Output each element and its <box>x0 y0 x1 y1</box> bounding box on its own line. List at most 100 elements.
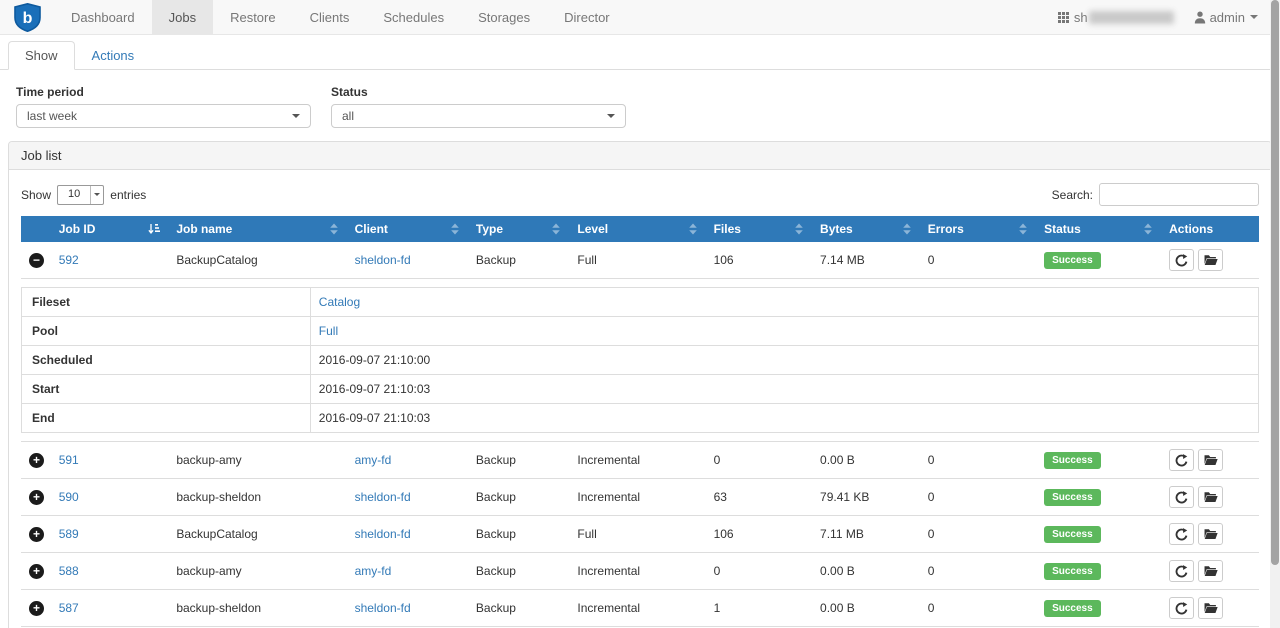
job-id-link[interactable]: 592 <box>59 253 79 267</box>
job-id-link[interactable]: 591 <box>59 453 79 467</box>
column-header-job-name[interactable]: Job name <box>168 216 346 242</box>
column-label: Job ID <box>59 222 145 236</box>
job-id-link[interactable]: 587 <box>59 601 79 615</box>
detail-value: 2016-09-07 21:10:03 <box>310 404 1258 433</box>
director-selector[interactable]: sh <box>1058 10 1174 25</box>
column-header-bytes[interactable]: Bytes <box>812 216 920 242</box>
status-select[interactable]: all <box>331 104 626 128</box>
detail-label: End <box>22 404 311 433</box>
rerun-job-button[interactable] <box>1169 523 1194 545</box>
nav-item-clients[interactable]: Clients <box>293 0 367 34</box>
detail-row-fileset: FilesetCatalog <box>22 288 1259 317</box>
detail-row-pool: PoolFull <box>22 317 1259 346</box>
job-id-link[interactable]: 590 <box>59 490 79 504</box>
nav-item-jobs[interactable]: Jobs <box>152 0 213 34</box>
errors-cell: 0 <box>920 516 1036 553</box>
panel-title: Job list <box>9 142 1271 170</box>
expand-row-icon[interactable]: + <box>29 453 44 468</box>
job-row-587: +587backup-sheldonsheldon-fdBackupIncrem… <box>21 590 1259 627</box>
expand-row-icon[interactable]: + <box>29 490 44 505</box>
job-name-cell: backup-sheldon <box>168 479 346 516</box>
type-cell: Backup <box>468 442 570 479</box>
job-log-button[interactable] <box>1198 486 1223 508</box>
actions-cell <box>1161 242 1259 279</box>
user-menu[interactable]: admin <box>1194 10 1258 25</box>
client-link[interactable]: sheldon-fd <box>355 253 411 267</box>
job-log-button[interactable] <box>1198 597 1223 619</box>
job-name-cell: backup-sheldon <box>168 590 346 627</box>
job-log-button[interactable] <box>1198 249 1223 271</box>
job-log-button[interactable] <box>1198 449 1223 471</box>
job-row-591: +591backup-amyamy-fdBackupIncremental00.… <box>21 442 1259 479</box>
jobs-header-row: Job ID Job nameClientTypeLevel Files Bytes E… <box>21 216 1259 242</box>
column-header-job-id[interactable]: Job ID <box>51 216 169 242</box>
client-link[interactable]: sheldon-fd <box>355 601 411 615</box>
status-badge: Success <box>1044 489 1101 506</box>
job-id-link[interactable]: 588 <box>59 564 79 578</box>
level-cell: Incremental <box>569 442 705 479</box>
nav-item-restore[interactable]: Restore <box>213 0 293 34</box>
expand-row-icon[interactable]: + <box>29 601 44 616</box>
column-label: Files <box>714 222 790 236</box>
sort-icon <box>329 223 339 235</box>
job-log-button[interactable] <box>1198 523 1223 545</box>
vertical-scrollbar[interactable] <box>1270 0 1280 628</box>
status-cell: Success <box>1036 590 1161 627</box>
fileset-link[interactable]: Catalog <box>319 295 360 309</box>
job-row-589: +589BackupCatalogsheldon-fdBackupFull106… <box>21 516 1259 553</box>
expand-row-icon[interactable]: + <box>29 527 44 542</box>
rerun-job-button[interactable] <box>1169 449 1194 471</box>
column-header-expand <box>21 216 51 242</box>
detail-label: Start <box>22 375 311 404</box>
nav-item-director[interactable]: Director <box>547 0 627 34</box>
actions-cell <box>1161 590 1259 627</box>
client-cell: sheldon-fd <box>347 516 468 553</box>
entries-select[interactable]: 10 <box>57 185 104 205</box>
column-header-type[interactable]: Type <box>468 216 570 242</box>
nav-item-storages[interactable]: Storages <box>461 0 547 34</box>
level-cell: Full <box>569 516 705 553</box>
rerun-icon <box>1175 602 1188 615</box>
rerun-job-button[interactable] <box>1169 249 1194 271</box>
sort-icon <box>551 223 561 235</box>
column-header-errors[interactable]: Errors <box>920 216 1036 242</box>
tab-actions[interactable]: Actions <box>75 41 152 70</box>
rerun-job-button[interactable] <box>1169 560 1194 582</box>
column-header-client[interactable]: Client <box>347 216 468 242</box>
files-cell: 0 <box>706 442 812 479</box>
column-header-files[interactable]: Files <box>706 216 812 242</box>
client-link[interactable]: amy-fd <box>355 564 392 578</box>
scrollbar-thumb[interactable] <box>1271 0 1279 565</box>
bytes-cell: 0.00 B <box>812 590 920 627</box>
sort-icon <box>1018 223 1028 235</box>
status-value: all <box>342 109 354 123</box>
errors-cell: 0 <box>920 553 1036 590</box>
expand-cell: + <box>21 442 51 479</box>
column-label: Errors <box>928 222 1014 236</box>
client-link[interactable]: amy-fd <box>355 453 392 467</box>
tab-show[interactable]: Show <box>8 41 75 70</box>
brand-logo[interactable]: b <box>0 0 54 34</box>
client-link[interactable]: sheldon-fd <box>355 527 411 541</box>
collapse-row-icon[interactable]: − <box>29 253 44 268</box>
type-cell: Backup <box>468 516 570 553</box>
rerun-job-button[interactable] <box>1169 597 1194 619</box>
job-id-link[interactable]: 589 <box>59 527 79 541</box>
rerun-job-button[interactable] <box>1169 486 1194 508</box>
detail-row-start: Start2016-09-07 21:10:03 <box>22 375 1259 404</box>
column-header-status[interactable]: Status <box>1036 216 1161 242</box>
nav-item-schedules[interactable]: Schedules <box>366 0 461 34</box>
search-input[interactable] <box>1099 183 1259 206</box>
chevron-down-icon <box>94 193 100 196</box>
user-icon <box>1194 11 1206 24</box>
client-link[interactable]: sheldon-fd <box>355 490 411 504</box>
column-header-level[interactable]: Level <box>569 216 705 242</box>
time-period-select[interactable]: last week <box>16 104 311 128</box>
nav-item-dashboard[interactable]: Dashboard <box>54 0 152 34</box>
time-period-label: Time period <box>16 85 311 99</box>
search-label: Search: <box>1052 188 1093 202</box>
pool-link[interactable]: Full <box>319 324 338 338</box>
expand-row-icon[interactable]: + <box>29 564 44 579</box>
job-log-button[interactable] <box>1198 560 1223 582</box>
client-cell: sheldon-fd <box>347 242 468 279</box>
